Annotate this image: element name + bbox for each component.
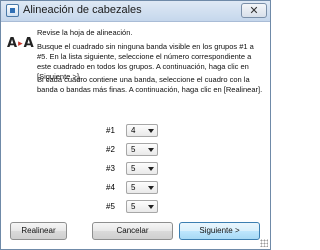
app-icon: [6, 4, 19, 17]
window-title: Alineación de cabezales: [23, 4, 142, 16]
select-value: 5: [131, 164, 136, 173]
chevron-down-icon: [148, 186, 154, 190]
logo-arrow: ▸: [18, 39, 23, 49]
close-button[interactable]: ✕: [241, 3, 267, 18]
group-label: #2: [106, 145, 115, 154]
select-value: 4: [131, 126, 136, 135]
head-alignment-icon: A▸A: [7, 36, 34, 51]
instruction-review: Revise la hoja de alineación.: [37, 28, 133, 37]
chevron-down-icon: [148, 205, 154, 209]
group-1-select[interactable]: 4: [126, 124, 158, 137]
instruction-realign: Si cada cuadro contiene una banda, selec…: [37, 75, 263, 94]
group-label: #1: [106, 126, 115, 135]
chevron-down-icon: [148, 148, 154, 152]
group-label: #4: [106, 183, 115, 192]
logo-letter-left: A: [7, 36, 18, 51]
group-label: #5: [106, 202, 115, 211]
select-value: 5: [131, 183, 136, 192]
logo-letter-right: A: [23, 36, 34, 51]
cancel-button[interactable]: Cancelar: [92, 222, 173, 240]
chevron-down-icon: [148, 129, 154, 133]
group-3-select[interactable]: 5: [126, 162, 158, 175]
select-value: 5: [131, 202, 136, 211]
group-label: #3: [106, 164, 115, 173]
resize-grip-icon[interactable]: [260, 239, 268, 247]
dialog-window: Alineación de cabezales ✕ A▸A Revise la …: [0, 0, 271, 250]
select-value: 5: [131, 145, 136, 154]
realign-button[interactable]: Realinear: [10, 222, 67, 240]
next-button[interactable]: Siguiente >: [179, 222, 260, 240]
title-bar[interactable]: Alineación de cabezales ✕: [1, 1, 270, 22]
group-4-select[interactable]: 5: [126, 181, 158, 194]
group-2-select[interactable]: 5: [126, 143, 158, 156]
chevron-down-icon: [148, 167, 154, 171]
group-5-select[interactable]: 5: [126, 200, 158, 213]
